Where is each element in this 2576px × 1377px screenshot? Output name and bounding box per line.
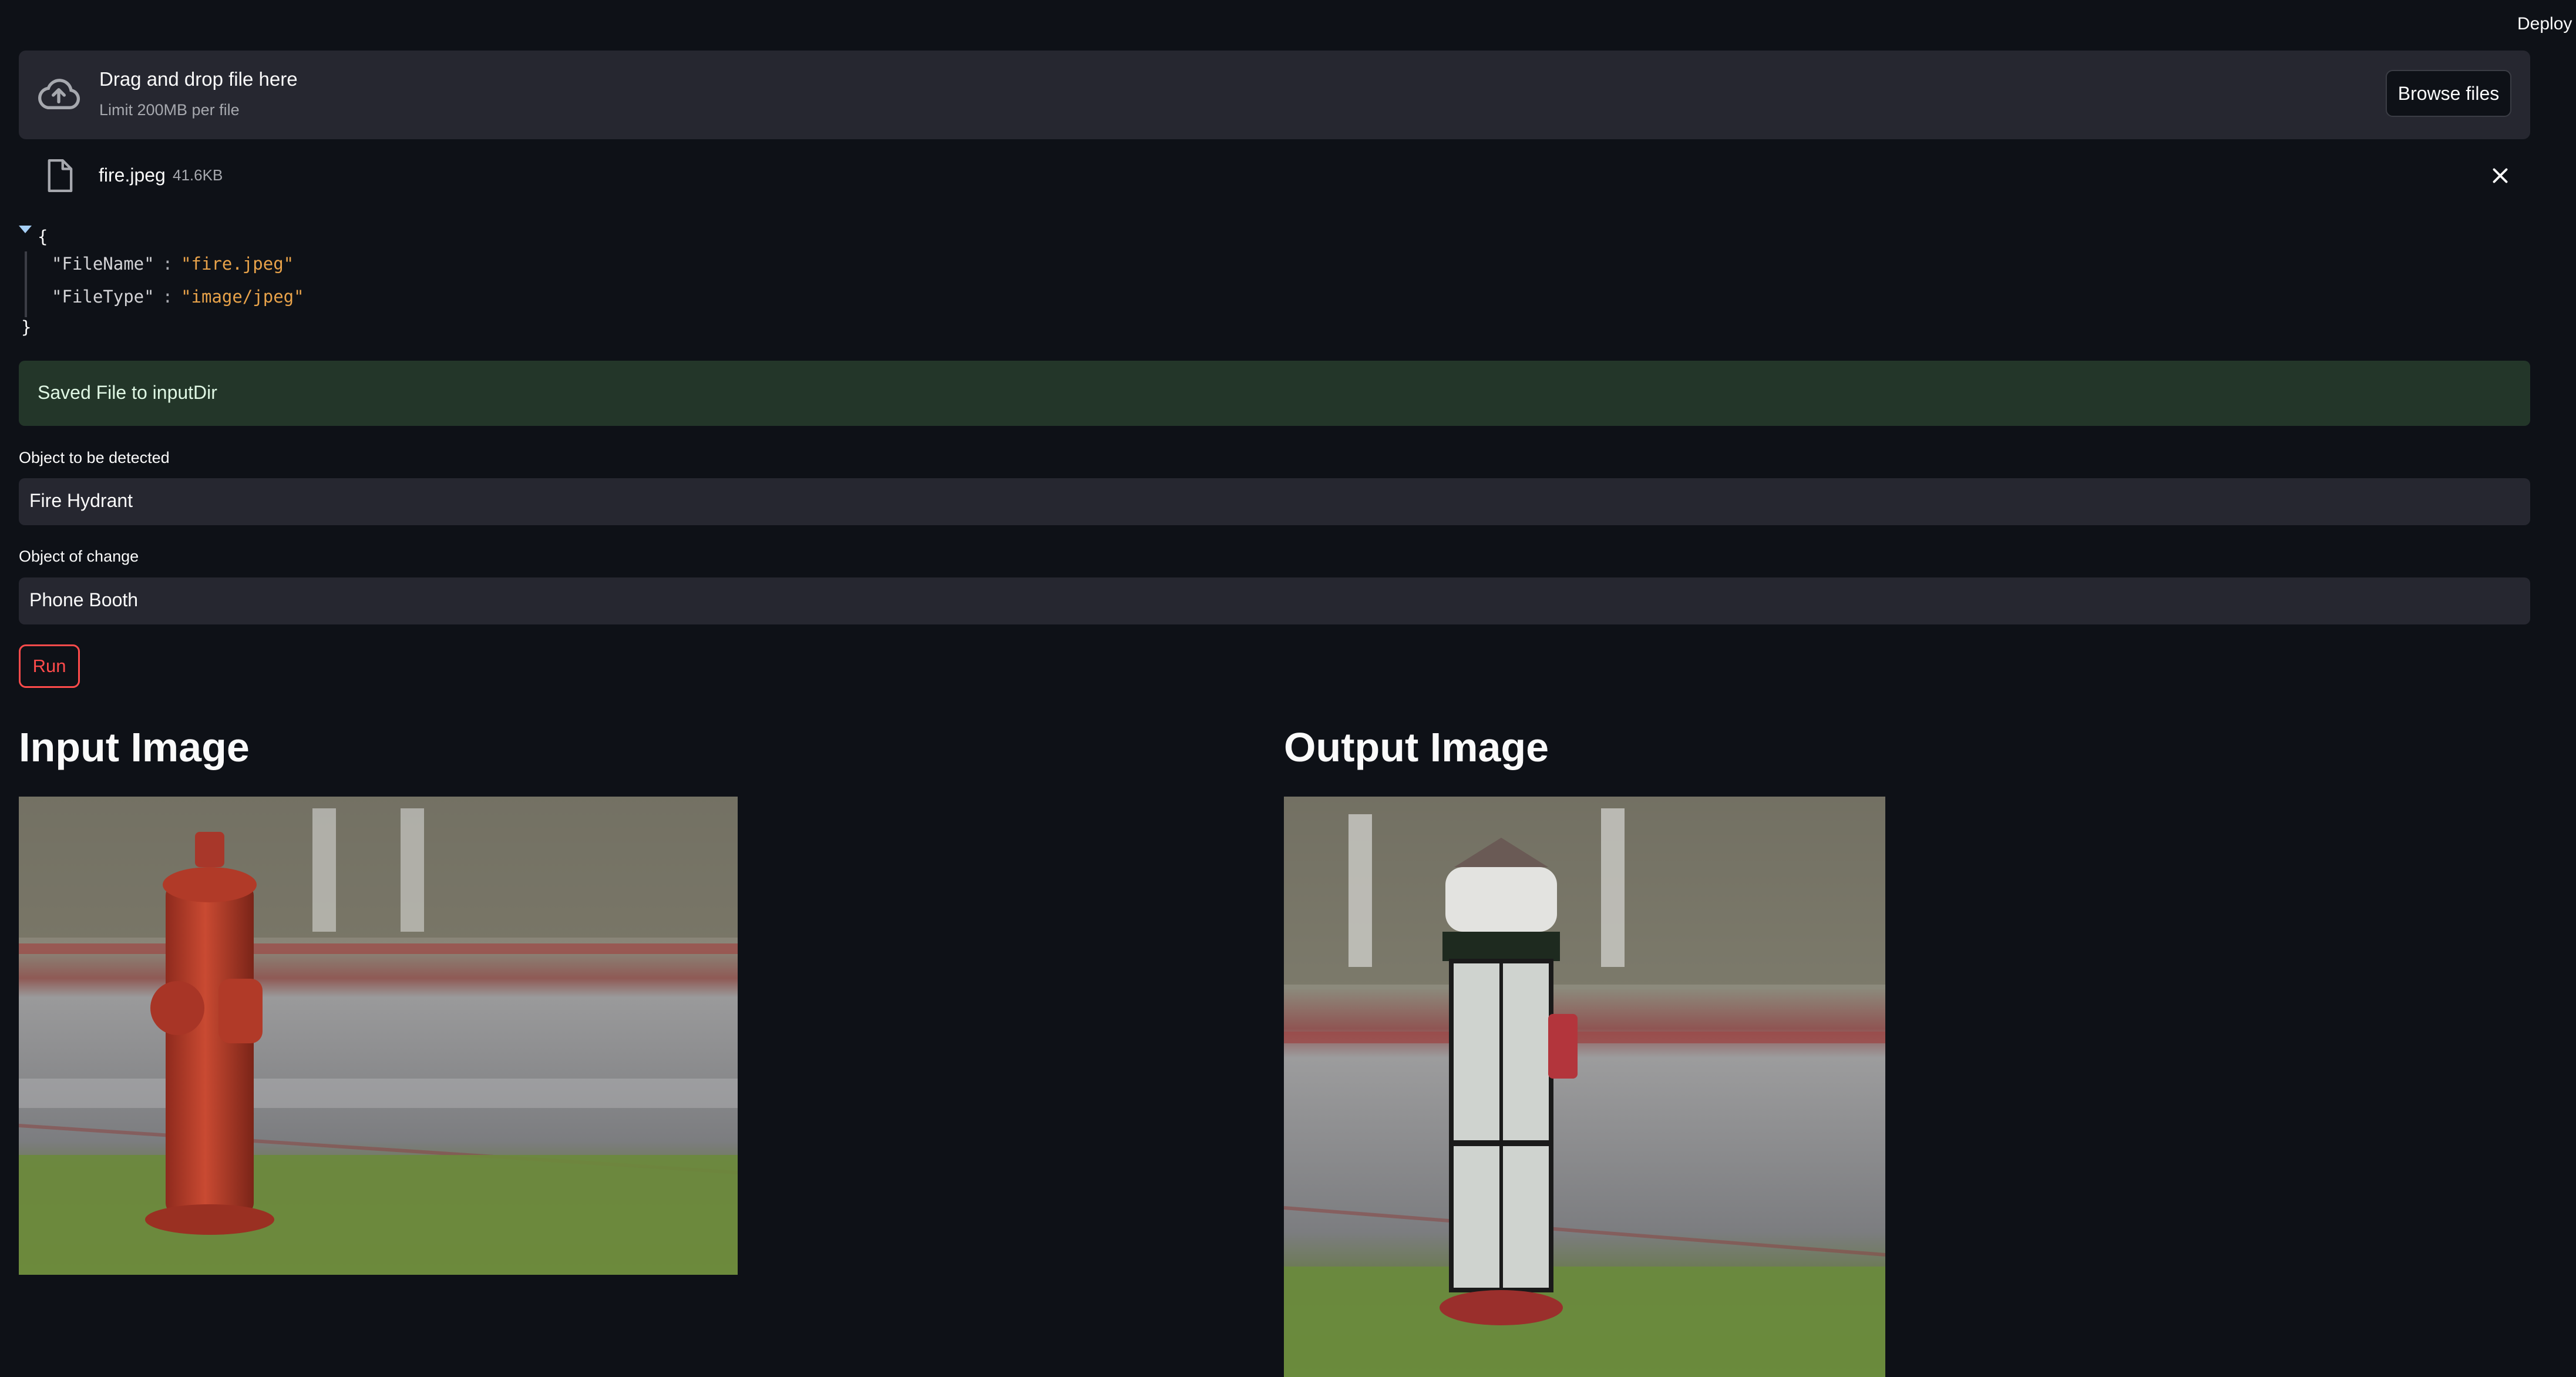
json-separator: : xyxy=(162,254,173,274)
uploaded-file-size: 41.6KB xyxy=(173,166,223,184)
dropzone-title: Drag and drop file here xyxy=(99,68,298,90)
deploy-button[interactable]: Deploy xyxy=(2517,14,2576,34)
fire-hydrant-photo xyxy=(19,797,738,1275)
detect-object-input[interactable]: Fire Hydrant xyxy=(19,478,2530,525)
dropzone-limit: Limit 200MB per file xyxy=(99,101,240,119)
json-key: "FileType" xyxy=(52,287,154,307)
json-entry-filename: "FileName": "fire.jpeg" xyxy=(52,254,294,274)
json-close-brace: } xyxy=(21,317,32,337)
phone-booth-edited-photo xyxy=(1284,797,1885,1377)
output-image xyxy=(1284,797,1885,1377)
input-image-heading: Input Image xyxy=(19,724,250,770)
json-open-brace: { xyxy=(38,227,48,247)
output-image-heading: Output Image xyxy=(1284,724,1549,770)
success-message: Saved File to inputDir xyxy=(38,382,217,403)
json-entry-filetype: "FileType": "image/jpeg" xyxy=(52,287,304,307)
file-icon xyxy=(48,159,73,193)
uploaded-file-name: fire.jpeg xyxy=(99,164,166,186)
json-value: "fire.jpeg" xyxy=(181,254,294,274)
detect-object-value: Fire Hydrant xyxy=(29,490,133,511)
run-button[interactable]: Run xyxy=(19,644,80,688)
json-value: "image/jpeg" xyxy=(181,287,304,307)
detect-object-label: Object to be detected xyxy=(19,449,170,466)
close-icon[interactable] xyxy=(2488,163,2513,188)
cloud-upload-icon xyxy=(38,79,80,110)
success-alert: Saved File to inputDir xyxy=(19,361,2530,426)
change-object-label: Object of change xyxy=(19,548,139,565)
change-object-value: Phone Booth xyxy=(29,589,139,610)
json-indent-guide xyxy=(25,251,27,317)
file-dropzone[interactable]: Drag and drop file here Limit 200MB per … xyxy=(19,51,2530,139)
browse-files-button[interactable]: Browse files xyxy=(2386,70,2511,117)
json-key: "FileName" xyxy=(52,254,154,274)
json-separator: : xyxy=(162,287,173,307)
collapse-caret-icon[interactable] xyxy=(19,226,32,233)
change-object-input[interactable]: Phone Booth xyxy=(19,577,2530,624)
input-image xyxy=(19,797,738,1275)
